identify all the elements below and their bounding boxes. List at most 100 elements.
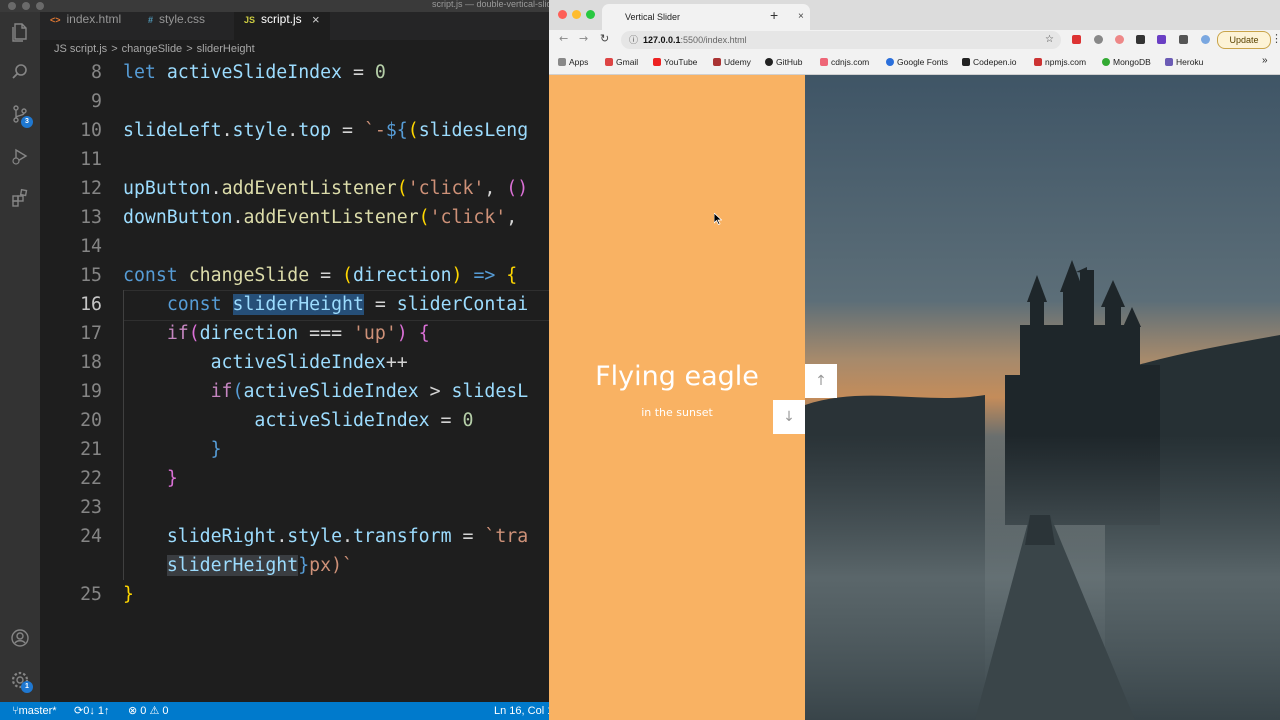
code-line: } (166, 468, 178, 489)
forward-arrow-icon[interactable]: → (579, 32, 588, 45)
code-line: slideLeft.style.top = `-${(slidesLeng (123, 120, 529, 141)
bookmark-star-icon[interactable]: ☆ (1045, 31, 1054, 49)
code-line: const changeSlide = (direction) => { (123, 265, 518, 286)
line-number: 19 (80, 381, 102, 402)
css-file-icon: # (148, 15, 154, 25)
line-number: 23 (80, 497, 102, 518)
extensions-icon[interactable] (10, 188, 30, 208)
bookmark-gmail[interactable]: Gmail (605, 57, 638, 67)
new-tab-button[interactable]: + (770, 7, 778, 23)
menu-kebab-icon[interactable]: ⋮ (1271, 32, 1280, 45)
line-number: 22 (80, 468, 102, 489)
bookmark-youtube[interactable]: YouTube (653, 57, 697, 67)
problems-status[interactable]: ⊗ 0 ⚠ 0 (128, 702, 168, 720)
minimize-window-dot[interactable] (22, 2, 30, 10)
breadcrumb-variable[interactable]: sliderHeight (197, 43, 255, 55)
vscode-titlebar: script.js — double-vertical-slid (0, 0, 550, 12)
window-title: script.js — double-vertical-slid (432, 0, 550, 9)
code-line: } (210, 439, 222, 460)
accounts-icon[interactable] (10, 628, 30, 648)
code-line: const sliderHeight = sliderContai (166, 294, 529, 315)
down-arrow-button[interactable]: ↓ (773, 400, 805, 434)
html-file-icon: <> (50, 15, 61, 25)
bookmark-label: npmjs.com (1045, 57, 1087, 67)
code-line: activeSlideIndex++ (210, 352, 408, 373)
code-line: slideRight.style.transform = `tra (166, 526, 529, 547)
close-tab-icon[interactable]: × (798, 4, 804, 30)
editor-tabs: <> index.html # style.css JS script.js × (40, 12, 550, 40)
close-window-dot[interactable] (8, 2, 16, 10)
extension-icon[interactable] (1115, 35, 1124, 44)
sync-counts: 0↓ 1↑ (83, 705, 110, 717)
close-tab-icon[interactable]: × (312, 12, 320, 27)
breadcrumb: JS script.js > changeSlide > sliderHeight (40, 40, 550, 58)
slide-description: in the sunset (641, 406, 713, 419)
minimize-window-dot[interactable] (572, 10, 581, 19)
castle-image (805, 75, 1280, 720)
line-number: 9 (91, 91, 102, 112)
back-arrow-icon[interactable]: ← (559, 32, 568, 45)
close-window-dot[interactable] (558, 10, 567, 19)
tab-index-html[interactable]: <> index.html (40, 12, 138, 40)
update-button[interactable]: Update (1217, 31, 1271, 49)
line-number: 15 (80, 265, 102, 286)
zoom-window-dot[interactable] (36, 2, 44, 10)
bookmarks-overflow-icon[interactable]: » (1262, 55, 1268, 66)
line-number: 11 (80, 149, 102, 170)
js-file-icon: JS (244, 15, 256, 25)
breadcrumb-function[interactable]: changeSlide (122, 43, 183, 55)
bookmark-mongodb[interactable]: MongoDB (1102, 57, 1151, 67)
git-branch[interactable]: ⑂ master* (12, 702, 57, 720)
line-number: 21 (80, 439, 102, 460)
url-host: 127.0.0.1 (643, 35, 681, 45)
browser-window: Vertical Slider × + ← → ↻ ⓘ 127.0.0.1:55… (549, 0, 1280, 720)
tab-script-js[interactable]: JS script.js × (234, 12, 330, 40)
address-bar[interactable]: ⓘ 127.0.0.1:5500/index.html ☆ (621, 31, 1061, 49)
bookmark-udemy[interactable]: Udemy (713, 57, 751, 67)
bookmark-label: YouTube (664, 57, 698, 67)
profile-avatar[interactable] (1201, 35, 1210, 44)
bookmark-heroku[interactable]: Heroku (1165, 57, 1203, 67)
line-number: 20 (80, 410, 102, 431)
bookmark-npmjs[interactable]: npmjs.com (1034, 57, 1086, 67)
bookmark-google-fonts[interactable]: Google Fonts (886, 57, 948, 67)
line-number: 10 (80, 120, 102, 141)
mouse-cursor-icon (714, 213, 722, 225)
extension-icon[interactable] (1157, 35, 1166, 44)
activity-bar: 3 1 (0, 12, 40, 702)
zoom-window-dot[interactable] (586, 10, 595, 19)
run-debug-icon[interactable] (10, 146, 30, 166)
vscode-window: script.js — double-vertical-slid 3 1 <> i… (0, 0, 550, 720)
status-bar: ⑂ master* ⟳ 0↓ 1↑ ⊗ 0 ⚠ 0 Ln 16, Col 12 (0, 702, 550, 720)
line-number: 25 (80, 584, 102, 605)
explorer-icon[interactable] (10, 22, 30, 42)
extension-icon[interactable] (1136, 35, 1145, 44)
search-icon[interactable] (10, 62, 30, 82)
slide-right-image (805, 75, 1280, 720)
up-arrow-button[interactable]: ↑ (805, 364, 837, 398)
info-icon[interactable]: ⓘ (629, 31, 638, 49)
browser-tab[interactable]: Vertical Slider × (602, 4, 810, 30)
page-viewport: Flying eagle in the sunset ↑ ↓ (549, 75, 1280, 720)
reload-icon[interactable]: ↻ (600, 32, 609, 45)
bookmark-codepen[interactable]: Codepen.io (962, 57, 1016, 67)
extension-icon[interactable] (1072, 35, 1081, 44)
bookmark-cdnjs[interactable]: cdnjs.com (820, 57, 869, 67)
breadcrumb-file[interactable]: JS script.js (54, 43, 107, 55)
tab-style-css[interactable]: # style.css (138, 12, 234, 40)
sync-status[interactable]: ⟳ 0↓ 1↑ (74, 702, 110, 720)
extension-icon[interactable] (1094, 35, 1103, 44)
code-line: let activeSlideIndex = 0 (123, 62, 386, 83)
cursor-position[interactable]: Ln 16, Col 12 (494, 702, 550, 720)
bookmark-apps[interactable]: Apps (558, 57, 588, 67)
browser-toolbar: ← → ↻ ⓘ 127.0.0.1:5500/index.html ☆ Upda… (549, 30, 1280, 50)
scm-badge: 3 (21, 116, 33, 128)
code-editor[interactable]: 8 9 10 11 12 13 14 15 16 17 18 19 20 21 … (40, 58, 550, 702)
url-path: :5500/index.html (680, 35, 747, 45)
line-number: 13 (80, 207, 102, 228)
bookmark-github[interactable]: GitHub (765, 57, 802, 67)
browser-tab-title: Vertical Slider (625, 12, 681, 22)
extensions-puzzle-icon[interactable] (1179, 35, 1188, 44)
tab-label: style.css (159, 12, 206, 26)
bookmark-label: Gmail (616, 57, 639, 67)
